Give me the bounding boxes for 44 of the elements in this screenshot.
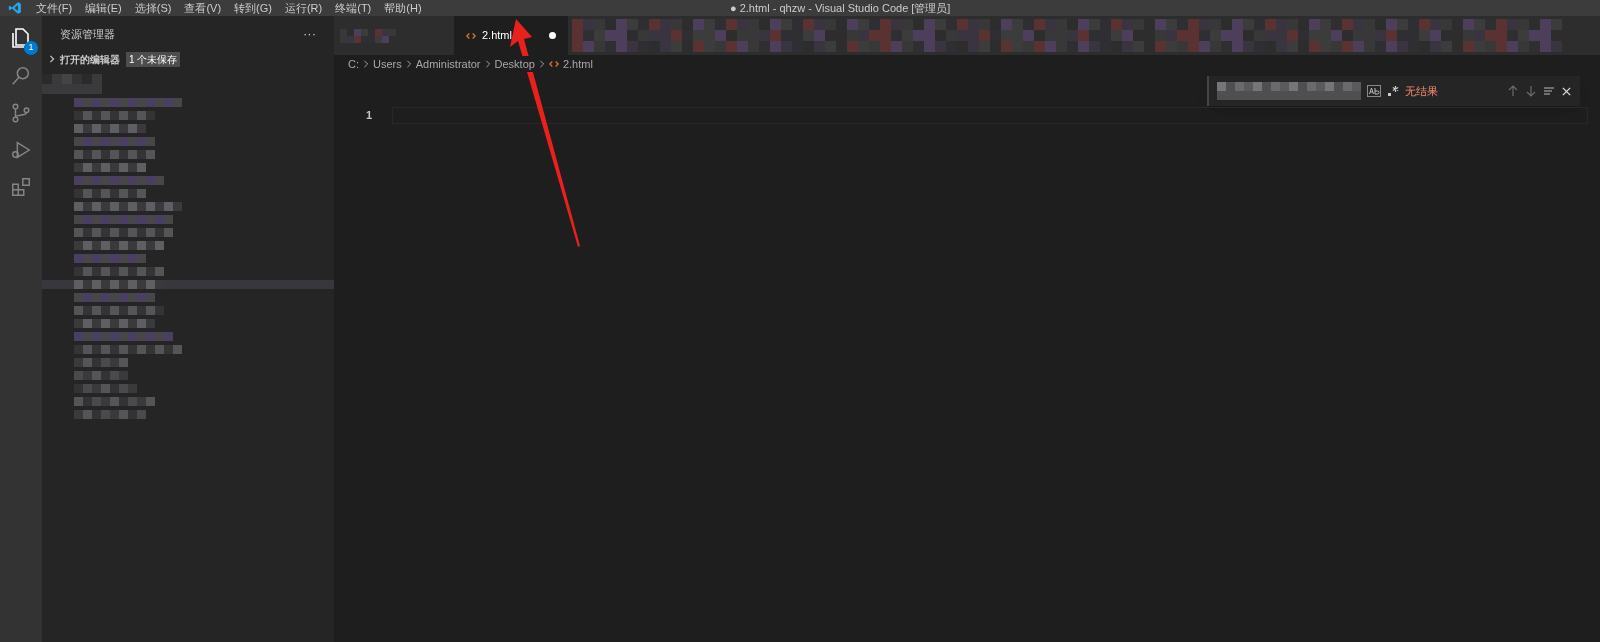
more-actions-button[interactable]: ··· [303, 24, 316, 44]
line-number: 1 [364, 108, 372, 124]
find-status: 无结果 [1405, 83, 1438, 99]
arrow-down-icon[interactable] [1525, 85, 1537, 97]
code-icon [466, 31, 476, 40]
arrow-up-icon[interactable] [1507, 85, 1519, 97]
close-icon[interactable] [1561, 85, 1572, 97]
pixelated-drawing [74, 124, 146, 133]
pixelated-drawing [74, 384, 137, 393]
chevron-icon [538, 60, 545, 68]
pixelated-drawing [74, 358, 128, 367]
editor-tab[interactable]: 2.html [454, 16, 568, 55]
menu-item[interactable]: 查看(V) [184, 0, 222, 17]
window-title: ● 2.html - qhzw - Visual Studio Code [管理员] [730, 0, 951, 16]
extensions-icon[interactable] [10, 176, 32, 198]
regex-icon[interactable] [1387, 85, 1399, 97]
selection-icon[interactable] [1543, 85, 1555, 97]
menu-item[interactable]: 运行(R) [284, 0, 323, 17]
menu-item[interactable]: 转到(G) [234, 0, 272, 17]
notification-badge: 1 [24, 41, 38, 55]
code-icon [548, 60, 559, 68]
pixelated-drawing [74, 410, 146, 419]
search-icon[interactable] [10, 65, 32, 87]
section-header[interactable]: 打开的编辑器 [60, 51, 120, 67]
branch-icon[interactable] [10, 102, 32, 124]
pixelated-drawing [74, 371, 128, 380]
chevron-icon [484, 60, 491, 68]
pixelated-drawing [74, 189, 146, 198]
pixelated-drawing [74, 163, 146, 172]
sidebar-title: 资源管理器 [60, 26, 115, 42]
menu-item[interactable]: 终端(T) [335, 0, 372, 17]
match-case-icon[interactable] [1367, 85, 1381, 97]
chevron-icon [405, 60, 412, 68]
menu-item[interactable]: 文件(F) [36, 0, 73, 17]
pixelated-drawing [74, 254, 146, 263]
app-logo-icon[interactable] [8, 1, 22, 15]
chevron-icon [363, 60, 369, 68]
unsaved-badge: 1 个未保存 [126, 51, 181, 67]
menu-item[interactable]: 帮助(H) [384, 0, 422, 17]
menu-item[interactable]: 编辑(E) [85, 0, 122, 17]
run-debug-icon[interactable] [10, 139, 32, 161]
chevron-icon[interactable] [48, 55, 56, 63]
breadcrumb-item[interactable]: Desktop [494, 55, 535, 73]
menu-item[interactable]: 选择(S) [134, 0, 172, 17]
